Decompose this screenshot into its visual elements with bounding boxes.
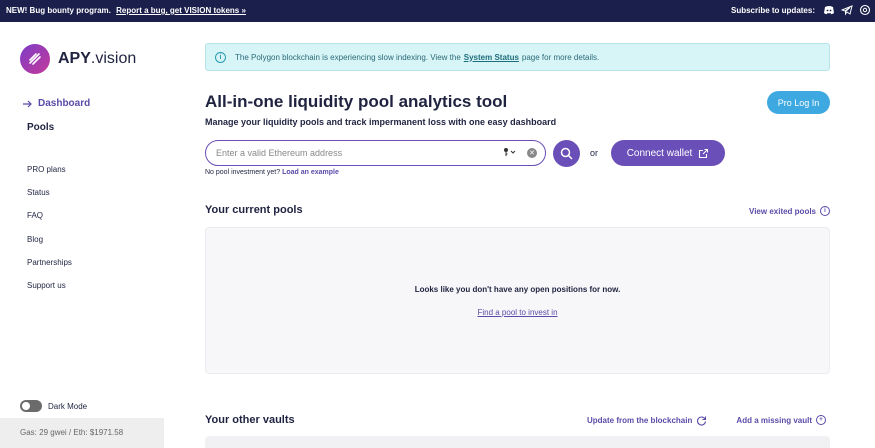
announcement-bar: NEW! Bug bounty program. Report a bug, g… (0, 0, 875, 22)
info-icon: i (820, 206, 830, 216)
arrow-right-icon (23, 100, 32, 107)
load-example-link[interactable]: Load an example (282, 169, 339, 176)
empty-state-message: Looks like you don't have any open posit… (414, 285, 621, 294)
refresh-icon (697, 416, 707, 426)
sidebar-item-status[interactable]: Status (27, 188, 72, 211)
gas-price-indicator: Gas: 29 gwei / Eth: $1971.58 (0, 418, 164, 448)
key-dropdown-icon[interactable] (503, 147, 517, 159)
add-icon: + (816, 415, 826, 425)
sidebar-item-faq[interactable]: FAQ (27, 211, 72, 234)
other-vaults-title: Your other vaults (205, 414, 295, 426)
logo-text: APY.vision (58, 50, 137, 67)
dark-mode-toggle[interactable] (20, 400, 42, 412)
system-status-link[interactable]: System Status (464, 53, 519, 62)
address-search-box: ✕ (205, 140, 546, 166)
pro-login-button[interactable]: Pro Log In (767, 91, 830, 114)
ethereum-address-input[interactable] (216, 148, 496, 158)
sidebar-nav-list: PRO plans Status FAQ Blog Partnerships S… (27, 165, 72, 304)
view-exited-pools-link[interactable]: View exited pools i (749, 206, 830, 216)
apy-vision-logo-icon (20, 44, 50, 74)
find-pool-link[interactable]: Find a pool to invest in (206, 308, 829, 317)
no-investment-hint: No pool investment yet? Load an example (205, 169, 339, 176)
update-from-blockchain-button[interactable]: Update from the blockchain (587, 415, 707, 426)
connect-wallet-label: Connect wallet (626, 147, 693, 159)
bug-bounty-link[interactable]: Report a bug, get VISION tokens » (116, 6, 246, 15)
connect-wallet-button[interactable]: Connect wallet (611, 140, 725, 166)
email-icon[interactable] (859, 4, 871, 16)
external-link-icon (699, 148, 709, 158)
current-pools-title: Your current pools (205, 204, 303, 216)
page-subtitle: Manage your liquidity pools and track im… (205, 117, 557, 127)
sidebar: APY.vision Dashboard Pools PRO plans Sta… (0, 22, 164, 448)
alert-text-end: page for more details. (521, 52, 600, 62)
sidebar-item-pools[interactable]: Pools (27, 122, 54, 133)
add-missing-vault-button[interactable]: Add a missing vault + (736, 415, 826, 425)
telegram-icon[interactable] (840, 4, 853, 16)
info-icon: i (215, 51, 226, 63)
logo[interactable]: APY.vision (20, 44, 136, 74)
clear-input-icon[interactable]: ✕ (527, 148, 537, 158)
discord-icon[interactable] (823, 4, 835, 16)
alert-text: The Polygon blockchain is experiencing s… (235, 52, 461, 62)
search-icon (560, 147, 573, 160)
sidebar-item-pro-plans[interactable]: PRO plans (27, 165, 72, 188)
other-vaults-panel (205, 436, 830, 448)
announcement-text: NEW! Bug bounty program. (6, 6, 111, 15)
sidebar-item-label: Dashboard (38, 98, 91, 109)
subscribe-label: Subscribe to updates: (730, 6, 815, 15)
page-title: All-in-one liquidity pool analytics tool (205, 92, 508, 111)
search-button[interactable] (553, 140, 580, 167)
status-alert: i The Polygon blockchain is experiencing… (205, 43, 830, 71)
sidebar-item-blog[interactable]: Blog (27, 235, 72, 258)
dark-mode-label: Dark Mode (48, 401, 88, 411)
sidebar-item-support-us[interactable]: Support us (27, 281, 72, 304)
dark-mode-control: Dark Mode (20, 400, 87, 412)
current-pools-panel: Looks like you don't have any open posit… (205, 227, 830, 374)
sidebar-item-dashboard[interactable]: Dashboard (22, 98, 90, 109)
or-separator: or (590, 148, 599, 158)
sidebar-item-partnerships[interactable]: Partnerships (27, 258, 72, 281)
